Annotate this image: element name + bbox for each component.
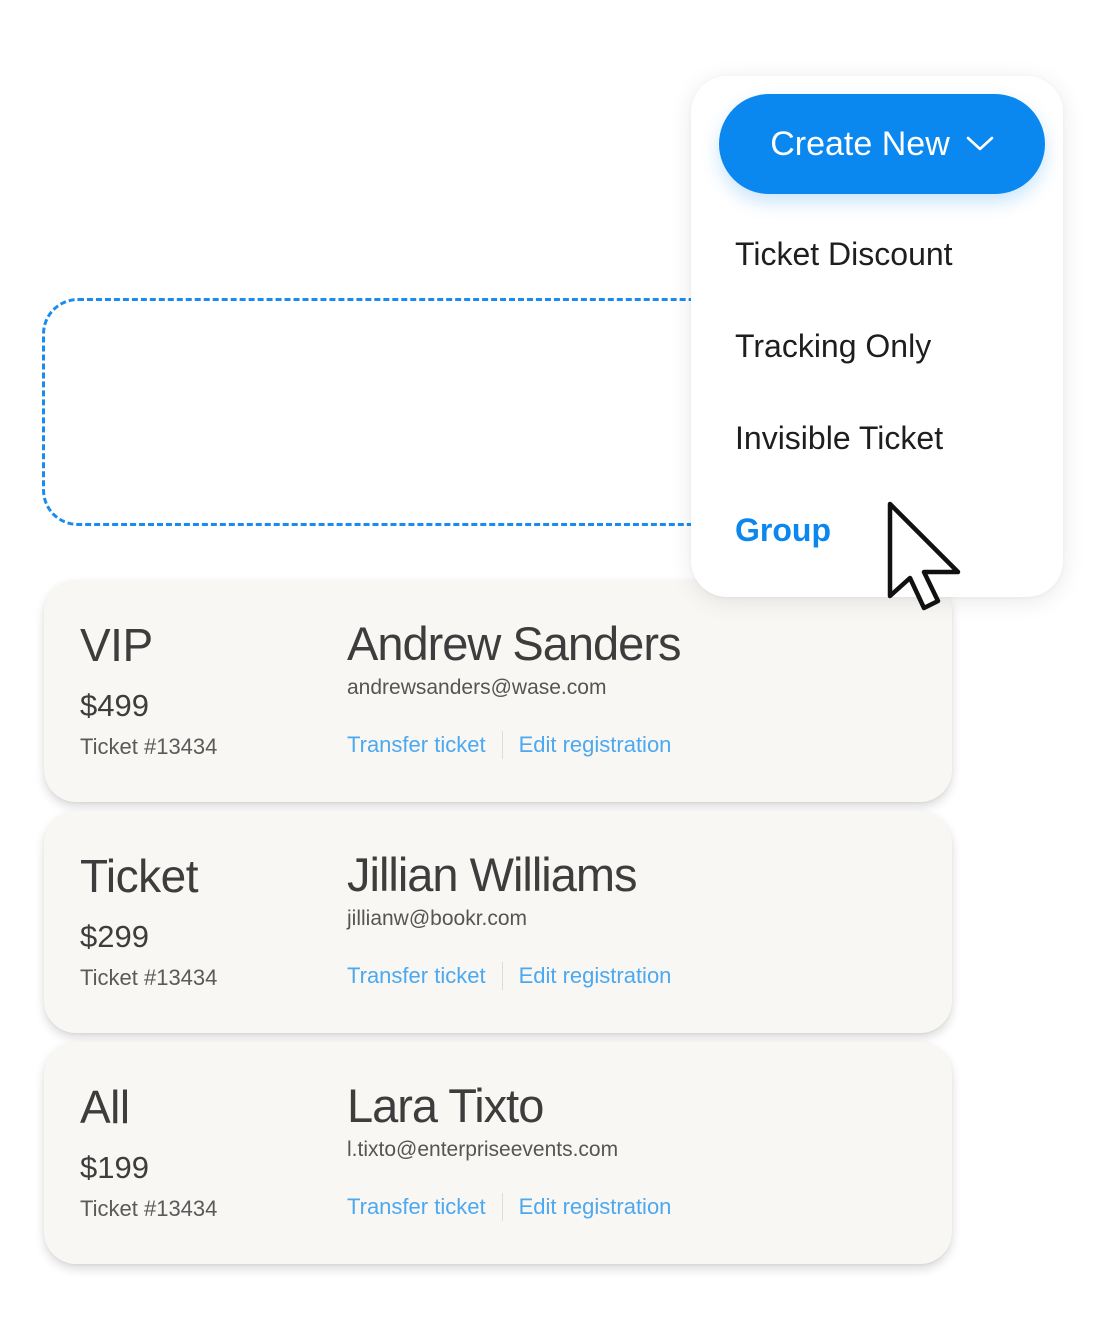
ticket-card: Ticket $299 Ticket #13434 Jillian Willia… bbox=[44, 811, 952, 1033]
mouse-pointer-icon bbox=[884, 500, 964, 614]
create-new-button[interactable]: Create New bbox=[719, 94, 1045, 194]
menu-item-group[interactable]: Group bbox=[735, 512, 831, 549]
ticket-actions: Transfer ticket Edit registration bbox=[347, 1193, 671, 1221]
action-divider bbox=[501, 1193, 503, 1221]
ticket-type: Ticket bbox=[80, 850, 198, 902]
create-new-label: Create New bbox=[770, 124, 950, 163]
attendee-name: Lara Tixto bbox=[347, 1079, 544, 1132]
drop-zone[interactable] bbox=[42, 298, 742, 526]
edit-registration-link[interactable]: Edit registration bbox=[519, 732, 672, 758]
ticket-type: VIP bbox=[80, 619, 153, 671]
ticket-number: Ticket #13434 bbox=[80, 1196, 218, 1221]
ticket-actions: Transfer ticket Edit registration bbox=[347, 731, 671, 759]
ticket-price: $299 bbox=[80, 919, 149, 954]
ticket-card: VIP $499 Ticket #13434 Andrew Sanders an… bbox=[44, 580, 952, 802]
menu-item-tracking-only[interactable]: Tracking Only bbox=[735, 328, 931, 365]
action-divider bbox=[501, 962, 503, 990]
ticket-card: All $199 Ticket #13434 Lara Tixto l.tixt… bbox=[44, 1042, 952, 1264]
ticket-actions: Transfer ticket Edit registration bbox=[347, 962, 671, 990]
edit-registration-link[interactable]: Edit registration bbox=[519, 963, 672, 989]
menu-item-ticket-discount[interactable]: Ticket Discount bbox=[735, 236, 953, 273]
edit-registration-link[interactable]: Edit registration bbox=[519, 1194, 672, 1220]
attendee-email: l.tixto@enterpriseevents.com bbox=[347, 1138, 619, 1161]
ticket-price: $499 bbox=[80, 688, 149, 723]
transfer-ticket-link[interactable]: Transfer ticket bbox=[347, 732, 486, 758]
create-new-dropdown: Create New Ticket Discount Tracking Only… bbox=[691, 76, 1063, 597]
ticket-number: Ticket #13434 bbox=[80, 734, 218, 759]
attendee-email: jillianw@bookr.com bbox=[347, 907, 528, 930]
menu-item-invisible-ticket[interactable]: Invisible Ticket bbox=[735, 420, 943, 457]
chevron-down-icon bbox=[966, 136, 994, 152]
ticket-number: Ticket #13434 bbox=[80, 965, 218, 990]
attendee-name: Jillian Williams bbox=[347, 848, 638, 901]
attendee-email: andrewsanders@wase.com bbox=[347, 676, 607, 699]
ticket-type: All bbox=[80, 1081, 130, 1133]
attendee-name: Andrew Sanders bbox=[347, 617, 681, 670]
transfer-ticket-link[interactable]: Transfer ticket bbox=[347, 1194, 486, 1220]
transfer-ticket-link[interactable]: Transfer ticket bbox=[347, 963, 486, 989]
action-divider bbox=[501, 731, 503, 759]
ticket-price: $199 bbox=[80, 1150, 149, 1185]
